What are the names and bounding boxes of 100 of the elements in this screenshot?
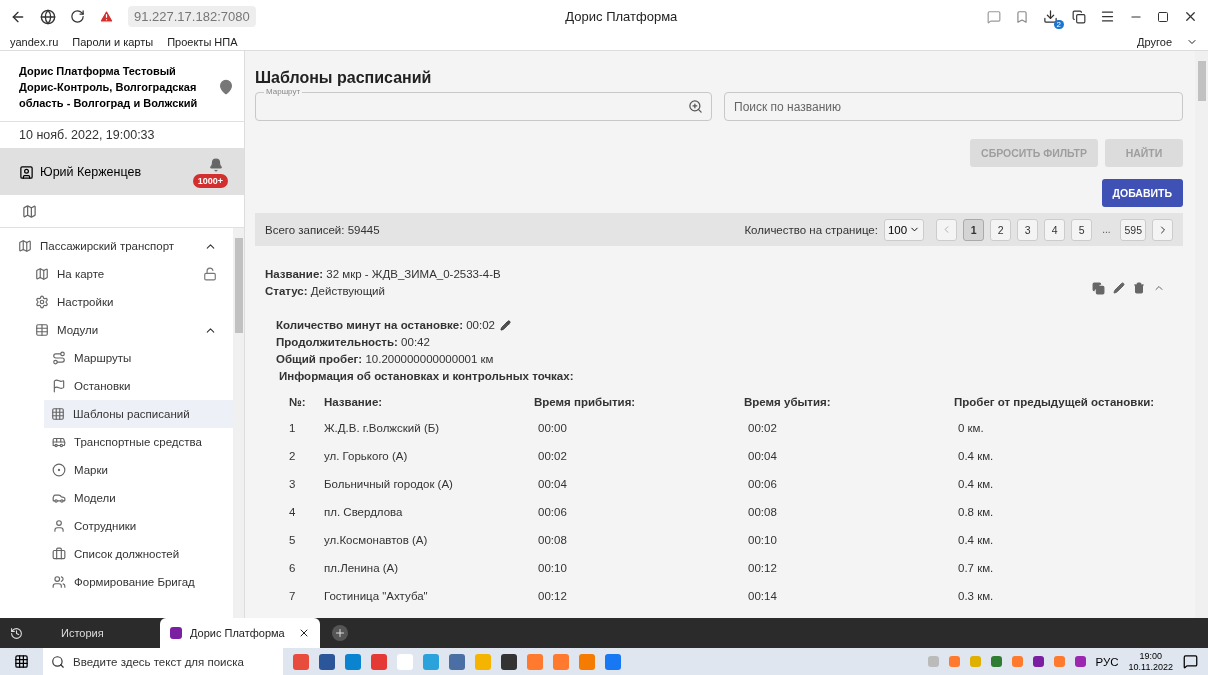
nav-item-icon <box>52 547 66 561</box>
table-cell-text: 0.3 км. <box>957 590 995 604</box>
reload-icon[interactable] <box>70 9 85 24</box>
table-cell-text: 6 <box>289 562 297 576</box>
taskbar-clock[interactable]: 19:00 10.11.2022 <box>1128 650 1173 673</box>
bookmark-link[interactable]: Проекты НПА <box>167 35 238 48</box>
start-icon[interactable] <box>14 654 29 669</box>
nav-item-icon <box>52 463 66 477</box>
table-cell-text: 7 <box>289 590 297 604</box>
table-cell-text: 0.8 км. <box>957 506 995 520</box>
page-scrollbar[interactable] <box>1195 51 1208 618</box>
bell-icon[interactable] <box>209 158 223 172</box>
page-button[interactable]: 4 <box>1044 218 1066 241</box>
nav-item[interactable]: Сотрудники <box>0 512 233 540</box>
zoom-in-icon[interactable] <box>688 99 703 114</box>
tray-icon[interactable] <box>990 656 1002 667</box>
collections-icon[interactable] <box>1072 9 1086 24</box>
table-cell-text: ул. Горького (А) <box>324 450 409 464</box>
nav-item[interactable]: Остановки <box>0 372 233 400</box>
address-field[interactable]: 91.227.17.182:7080 <box>128 6 256 27</box>
search-icon <box>51 654 65 669</box>
map-icon[interactable] <box>22 203 37 219</box>
edit-icon[interactable] <box>1113 282 1125 294</box>
table-cell-text: 00:00 <box>537 422 568 436</box>
taskbar-search-field[interactable]: Введите здесь текст для поиска <box>43 648 283 675</box>
column-header: Пробег от предыдущей остановки: <box>954 396 1156 410</box>
nav-item-icon <box>52 575 66 589</box>
nav-item[interactable]: Модели <box>0 484 233 512</box>
menu-icon[interactable] <box>1100 9 1115 24</box>
search-field[interactable]: Поиск по названию <box>724 92 1183 121</box>
column-header: Время прибытия: <box>534 396 637 410</box>
page-button[interactable]: 3 <box>1017 218 1039 241</box>
chat-icon[interactable] <box>987 9 1001 24</box>
app-icon[interactable] <box>501 653 517 670</box>
bookmark-link[interactable]: yandex.ru <box>10 35 59 48</box>
user-name: Юрий Керженцев <box>40 165 142 179</box>
download-count: 2 <box>1053 20 1064 29</box>
table-cell-text: Ж.Д.В. г.Волжский (Б) <box>324 422 441 436</box>
notifications-icon[interactable] <box>1183 654 1198 669</box>
total-records: Всего записей: 59445 <box>265 223 380 236</box>
table-cell-text: Гостиница "Ахтуба" <box>324 590 429 604</box>
nav-item-icon <box>52 491 66 505</box>
nav-item[interactable]: Формирование Бригад <box>0 568 233 596</box>
table-cell-text: 00:12 <box>747 562 778 576</box>
column-header: Название: <box>324 396 384 410</box>
page-button[interactable]: 2 <box>990 218 1012 241</box>
download-icon[interactable] <box>1043 9 1058 24</box>
close-icon[interactable] <box>1183 9 1198 24</box>
site-icon <box>170 627 182 639</box>
nav-item[interactable]: Настройки <box>0 288 233 316</box>
per-page-label: Количество на странице: <box>744 223 878 236</box>
nav-item[interactable]: Список должностей <box>0 540 233 568</box>
table-cell-text: 4 <box>289 506 297 520</box>
table-cell-text: 00:12 <box>537 590 568 604</box>
other-bookmarks[interactable]: Другое <box>1137 35 1172 48</box>
table-cell-text: пл. Свердлова <box>324 506 404 520</box>
add-button[interactable]: ДОБАВИТЬ <box>1101 179 1183 207</box>
nav-item[interactable]: Модули <box>0 316 233 344</box>
page-button[interactable]: 595 <box>1120 218 1146 241</box>
language-indicator[interactable]: РУС <box>1095 655 1119 668</box>
delete-icon[interactable] <box>1133 282 1145 294</box>
close-tab-icon[interactable] <box>298 627 310 639</box>
nav-item[interactable]: Транспортные средства <box>0 428 233 456</box>
user-card-icon <box>19 164 34 180</box>
browser-tab[interactable]: Дорис Платформа <box>160 618 320 648</box>
page-button[interactable]: 5 <box>1071 218 1093 241</box>
page-button[interactable]: 1 <box>963 218 985 241</box>
new-tab-icon[interactable] <box>332 625 348 641</box>
warning-icon[interactable] <box>99 9 114 24</box>
app-icon[interactable] <box>319 653 335 670</box>
table-cell-text: 00:08 <box>537 534 568 548</box>
user-panel[interactable]: Юрий Керженцев 1000+ <box>0 149 244 195</box>
bookmark-icon[interactable] <box>1015 9 1029 24</box>
scrollbar[interactable] <box>233 228 244 618</box>
table-cell-text: пл.Ленина (А) <box>324 562 400 576</box>
column-header: №: <box>289 396 307 410</box>
table-cell-text: 2 <box>289 450 297 464</box>
tray-icon[interactable] <box>1032 656 1044 667</box>
table-cell-text: 5 <box>289 534 297 548</box>
table-cell-text: 0.4 км. <box>957 478 995 492</box>
table-cell-text: 00:06 <box>537 506 568 520</box>
copy-icon[interactable] <box>1092 281 1105 295</box>
edit-icon[interactable] <box>499 320 511 331</box>
nav-item[interactable]: Шаблоны расписаний <box>44 400 233 428</box>
notification-badge: 1000+ <box>192 174 228 188</box>
history-button[interactable]: История <box>0 626 160 640</box>
next-page-button[interactable] <box>1152 218 1173 241</box>
table-cell-text: 0 км. <box>957 422 985 436</box>
tray-icon[interactable] <box>1074 656 1086 667</box>
nav-item[interactable]: На карте <box>0 260 233 288</box>
table-cell-text: 00:10 <box>537 562 568 576</box>
nav-item-icon <box>35 295 49 309</box>
nav-item[interactable]: Пассажирский транспорт <box>0 232 233 260</box>
restore-icon[interactable] <box>1157 10 1169 23</box>
nav-item[interactable]: Марки <box>0 456 233 484</box>
table-cell-text: 1 <box>289 422 297 436</box>
per-page-select[interactable]: 100 <box>883 218 925 241</box>
bookmark-link[interactable]: Пароли и карты <box>72 35 154 48</box>
nav-item[interactable]: Маршруты <box>0 344 233 372</box>
location-pin-icon[interactable] <box>218 79 234 95</box>
